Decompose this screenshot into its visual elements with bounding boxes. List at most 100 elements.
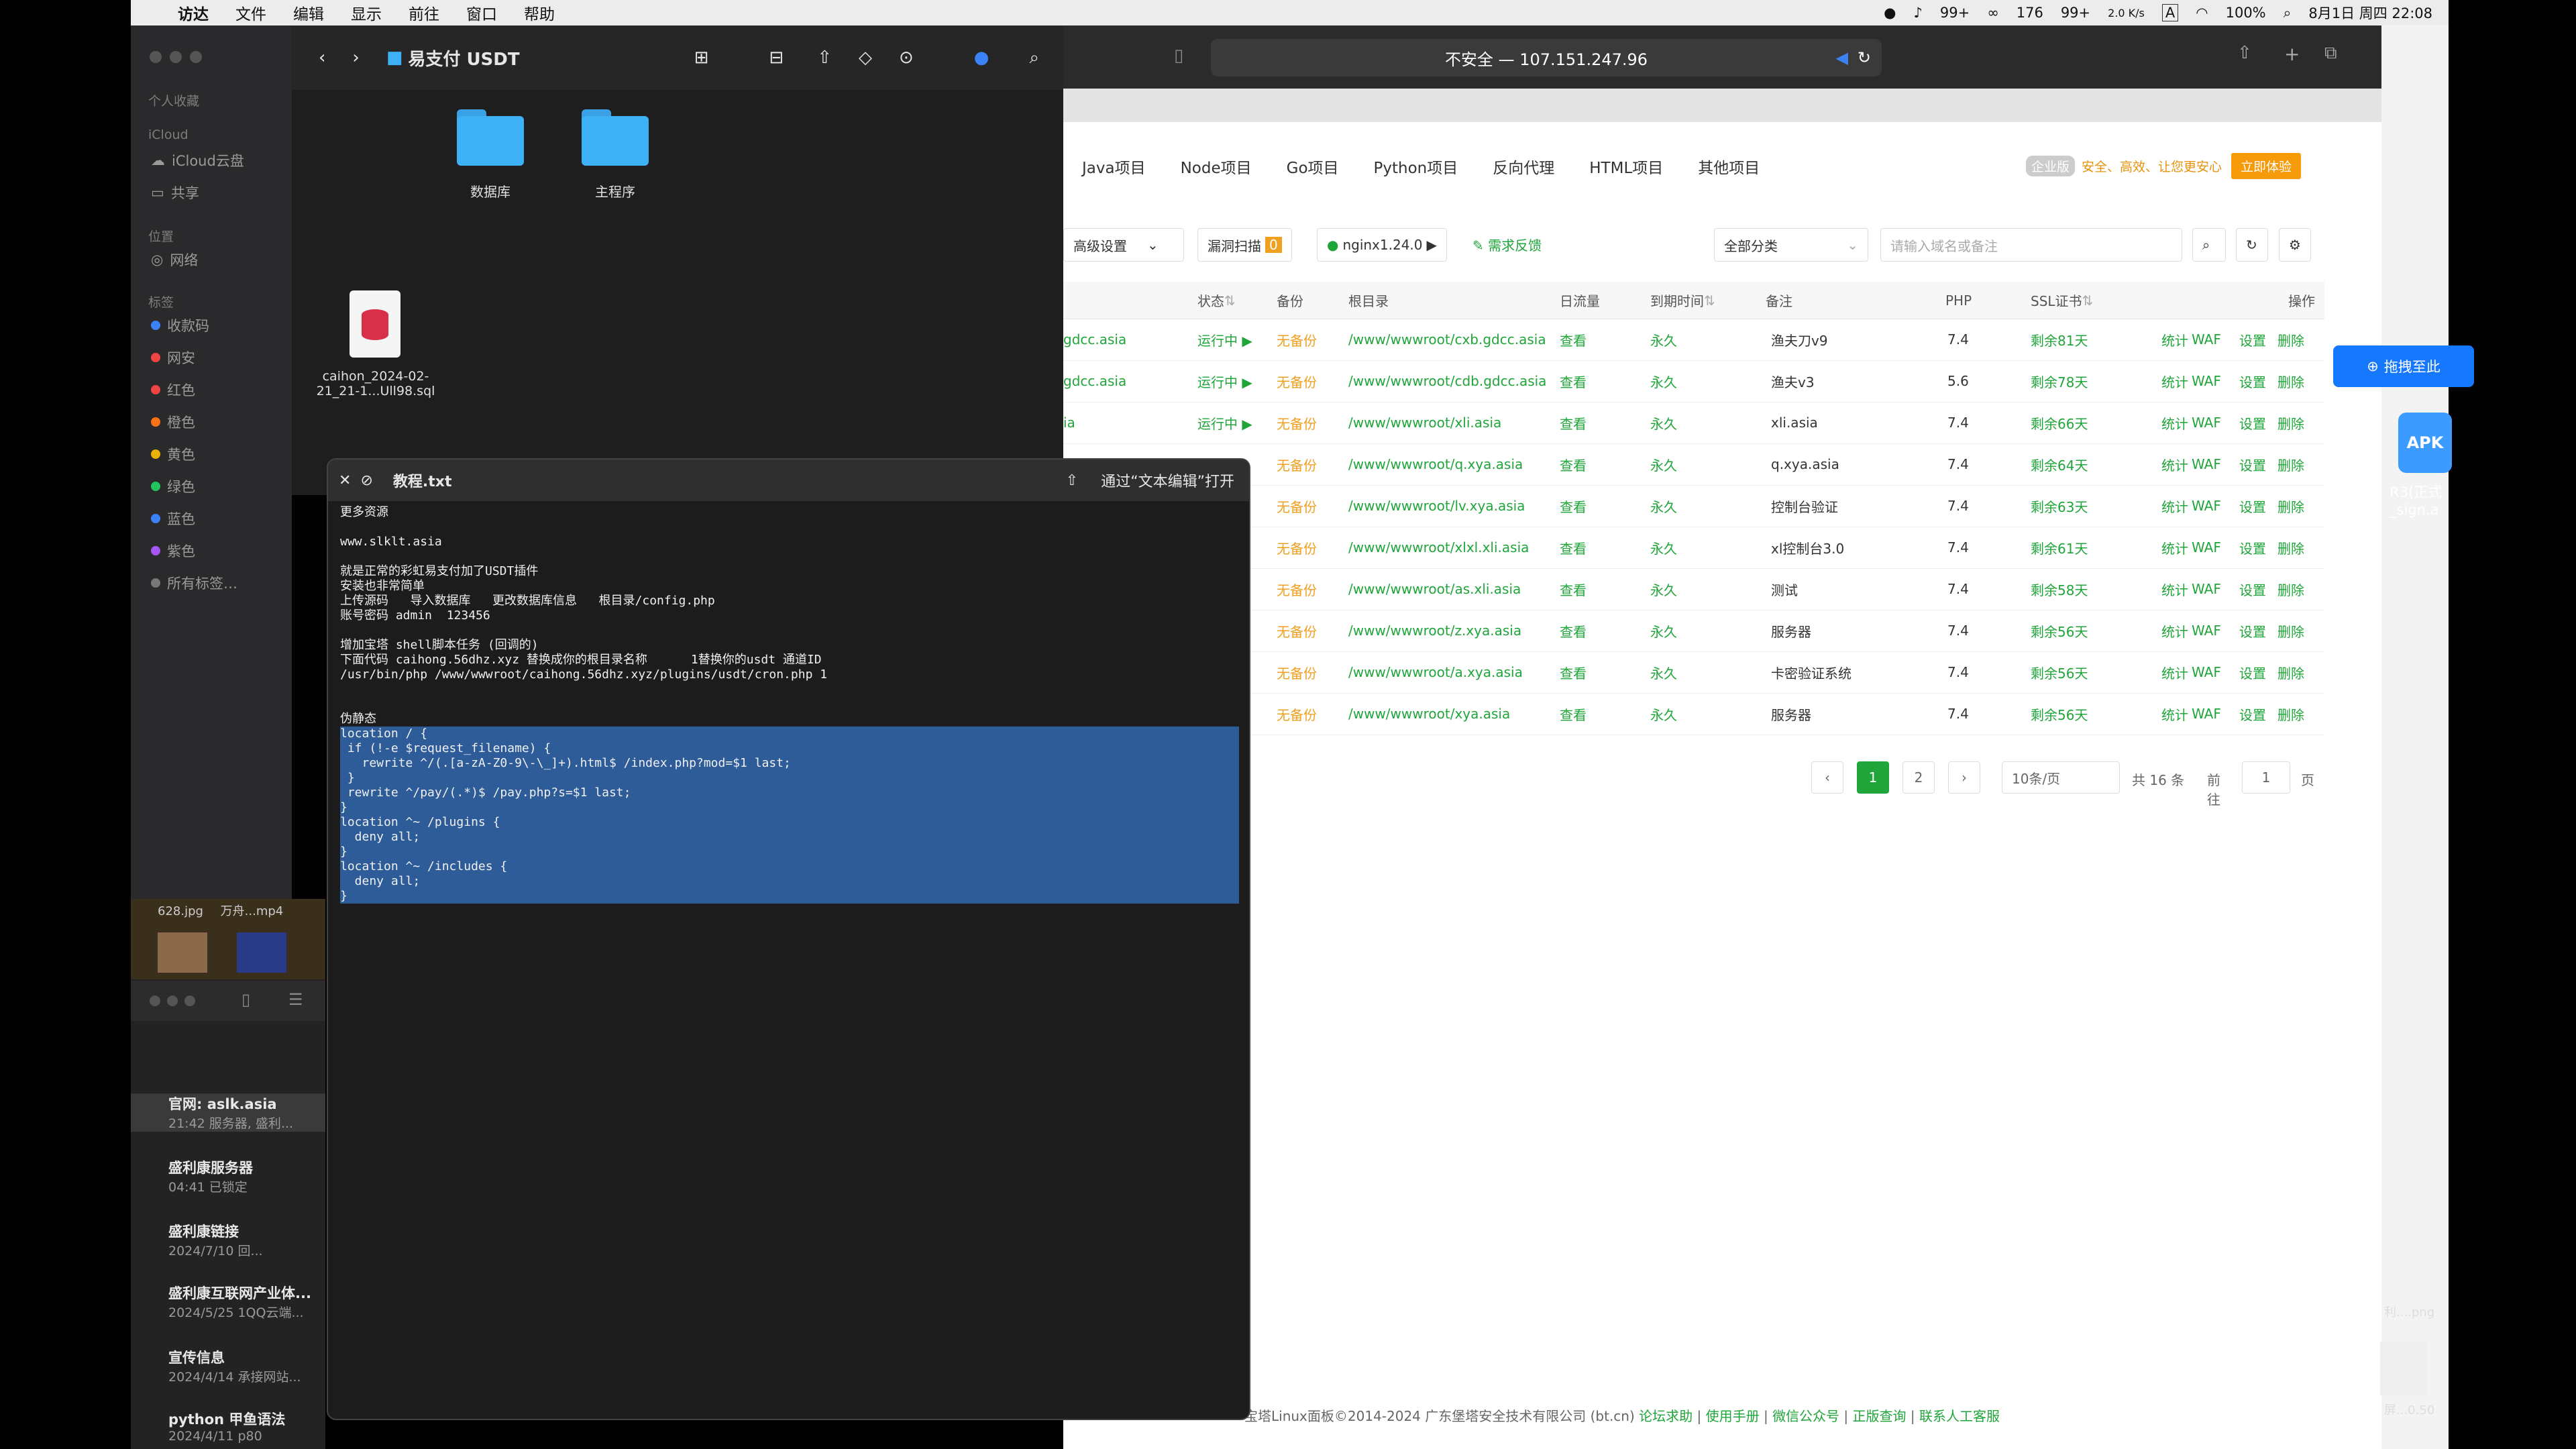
screenshot-thumbnail[interactable] [2380,1342,2427,1395]
note-item[interactable]: 官网: aslk.asia 21:42 服务器, 盛利... [131,1093,325,1132]
op-delete[interactable]: 删除 [2277,693,2304,735]
op-stats[interactable]: 统计 [2161,402,2188,443]
wifi-icon[interactable]: ◠ [2196,5,2208,21]
cell-traffic[interactable]: 查看 [1560,610,1587,651]
op-delete[interactable]: 删除 [2277,568,2304,610]
op-settings[interactable]: 设置 [2239,693,2266,735]
desktop-file-2[interactable]: 屏...0.50 [2384,1401,2434,1418]
settings-button[interactable]: ⚙ [2279,228,2311,262]
search-icon[interactable]: ⌕ [2284,5,2292,21]
op-stats[interactable]: 统计 [2161,693,2188,735]
battery-text[interactable]: 100% [2226,5,2266,21]
desktop-file-1[interactable]: 利....png [2384,1303,2434,1320]
cell-root[interactable]: /www/wwwroot/xli.asia [1348,402,1501,443]
qq-count[interactable]: 176 [2017,5,2043,21]
category-select[interactable]: 全部分类 ⌄ [1714,228,1868,262]
tab-other-project[interactable]: 其他项目 [1698,155,1760,178]
feedback-link[interactable]: ✎ 需求反馈 [1472,235,1542,254]
footer-link-license[interactable]: 正版查询 [1853,1408,1907,1424]
share-icon[interactable]: ⇧ [817,48,832,68]
cell-root[interactable]: /www/wwwroot/lv.xya.asia [1348,485,1525,527]
op-settings[interactable]: 设置 [2239,402,2266,443]
refresh-button[interactable]: ↻ [2236,228,2268,262]
cell-root[interactable]: /www/wwwroot/z.xya.asia [1348,610,1521,651]
cell-traffic[interactable]: 查看 [1560,360,1587,402]
op-waf[interactable]: WAF [2192,693,2221,735]
op-delete[interactable]: 删除 [2277,610,2304,651]
op-delete[interactable]: 删除 [2277,485,2304,527]
zoom-button[interactable] [184,996,195,1006]
op-stats[interactable]: 统计 [2161,319,2188,360]
cell-traffic[interactable]: 查看 [1560,319,1587,360]
folder-main-program[interactable] [582,109,649,166]
op-settings[interactable]: 设置 [2239,443,2266,485]
op-stats[interactable]: 统计 [2161,610,2188,651]
video-thumbnail[interactable] [237,932,286,973]
sidebar-item-shared[interactable]: ▭ 共享 [151,182,199,203]
datetime[interactable]: 8月1日 周四 22:08 [2308,3,2432,23]
op-settings[interactable]: 设置 [2239,527,2266,568]
op-stats[interactable]: 统计 [2161,485,2188,527]
airdrop-icon[interactable]: ● [974,48,989,68]
group-icon[interactable]: ⊟ [769,48,784,68]
trial-button[interactable]: 立即体验 [2231,153,2301,179]
op-waf[interactable]: WAF [2192,568,2221,610]
cell-backup[interactable]: 无备份 [1277,319,1317,360]
menu-finder[interactable]: 访达 [178,1,209,24]
op-waf[interactable]: WAF [2192,610,2221,651]
view-icon[interactable]: ⊞ [694,48,709,68]
cell-root[interactable]: /www/wwwroot/a.xya.asia [1348,651,1523,693]
page-1-button[interactable]: 1 [1857,761,1889,794]
cell-backup[interactable]: 无备份 [1277,402,1317,443]
note-item[interactable]: python 甲鱼语法 2024/4/11 p80 [131,1409,325,1444]
per-page-select[interactable]: 10条/页 [2002,761,2120,794]
cell-backup[interactable]: 无备份 [1277,693,1317,735]
input-method[interactable]: A [2161,4,2179,21]
advanced-settings-button[interactable]: 高级设置 ⌄ [1063,228,1184,262]
close-button[interactable] [150,51,162,63]
tab-python-project[interactable]: Python项目 [1374,155,1458,178]
cell-traffic[interactable]: 查看 [1560,402,1587,443]
footer-link-forum[interactable]: 论坛求助 [1639,1408,1693,1424]
op-waf[interactable]: WAF [2192,360,2221,402]
vuln-scan-button[interactable]: 漏洞扫描 0 [1197,228,1292,262]
tab-go-project[interactable]: Go项目 [1287,155,1339,178]
cell-domain[interactable]: gdcc.asia [1063,319,1126,360]
new-tab-icon[interactable]: + [2284,43,2300,65]
cell-backup[interactable]: 无备份 [1277,610,1317,651]
cell-backup[interactable]: 无备份 [1277,443,1317,485]
search-button[interactable]: ⌕ [2192,228,2226,262]
op-waf[interactable]: WAF [2192,443,2221,485]
col-expire[interactable]: 到期时间 ⇅ [1650,282,1715,319]
search-icon[interactable]: ⌕ [1029,48,1039,68]
cell-traffic[interactable]: 查看 [1560,568,1587,610]
op-delete[interactable]: 删除 [2277,402,2304,443]
wechat-count[interactable]: 99+ [2061,5,2090,21]
cell-root[interactable]: /www/wwwroot/q.xya.asia [1348,443,1523,485]
op-stats[interactable]: 统计 [2161,443,2188,485]
back-icon[interactable]: ‹ [319,48,325,68]
sidebar-icon[interactable]: ▯ [241,990,250,1009]
op-delete[interactable]: 删除 [2277,319,2304,360]
image-thumbnail[interactable] [158,932,207,973]
sidebar-item-icloud-drive[interactable]: ☁ iCloud云盘 [151,150,244,170]
op-waf[interactable]: WAF [2192,527,2221,568]
sidebar-tag-item[interactable]: 所有标签… [151,573,237,593]
audio-icon[interactable]: ◀ [1836,48,1848,67]
cell-domain[interactable]: gdcc.asia [1063,360,1126,402]
op-settings[interactable]: 设置 [2239,360,2266,402]
op-delete[interactable]: 删除 [2277,443,2304,485]
share-icon[interactable]: ⇧ [1066,472,1078,489]
reload-icon[interactable]: ↻ [1858,48,1871,67]
op-waf[interactable]: WAF [2192,651,2221,693]
menu-window[interactable]: 窗口 [466,1,497,24]
op-settings[interactable]: 设置 [2239,319,2266,360]
sidebar-tag-item[interactable]: 蓝色 [151,508,195,529]
op-settings[interactable]: 设置 [2239,651,2266,693]
menu-edit[interactable]: 编辑 [293,1,324,24]
sidebar-tag-item[interactable]: 收款码 [151,315,209,335]
text-content[interactable]: 更多资源 www.slklt.asia 就是正常的彩虹易支付加了USDT插件 安装也非… [340,505,1239,904]
op-stats[interactable]: 统计 [2161,360,2188,402]
footer-link-manual[interactable]: 使用手册 [1706,1408,1760,1424]
cell-root[interactable]: /www/wwwroot/xya.asia [1348,693,1510,735]
